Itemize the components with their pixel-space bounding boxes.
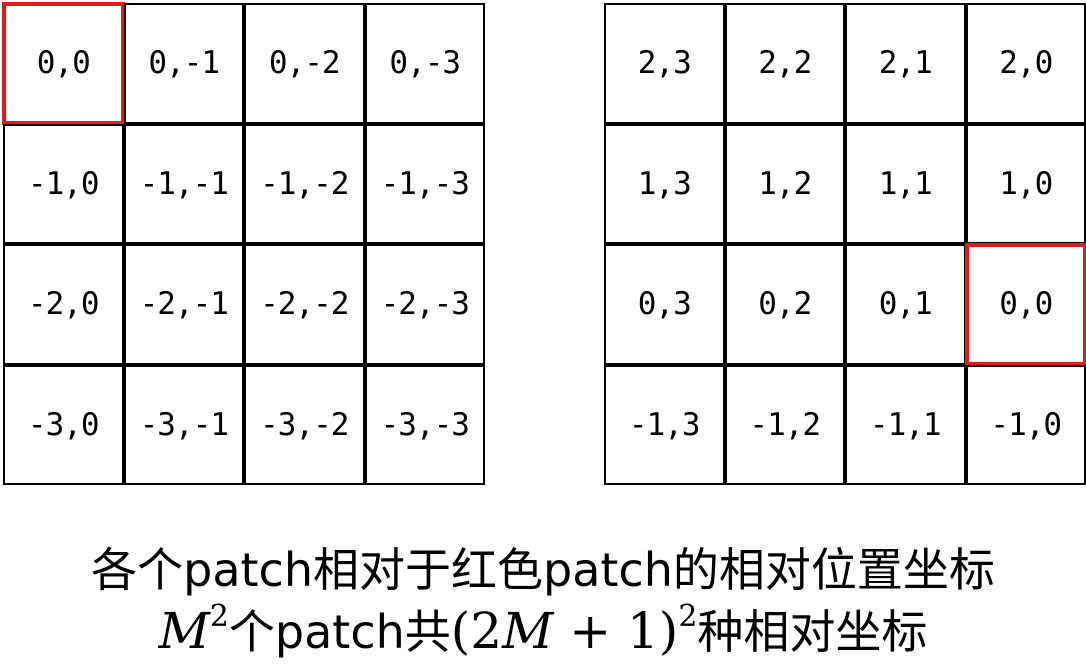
left-grid-cell: -1,0 bbox=[3, 123, 124, 244]
left-grid-cell: -3,-1 bbox=[123, 364, 244, 485]
right-grid-cell: 1,2 bbox=[724, 123, 845, 244]
caption-line-2: M2个patch共(2M + 1)2种相对坐标 bbox=[0, 596, 1086, 662]
caption-two: 2 bbox=[470, 602, 503, 660]
right-coordinate-grid: 2,3 2,2 2,1 2,0 1,3 1,2 1,1 1,0 0,3 0,2 0,1 0,0 -1,3… bbox=[604, 3, 1086, 485]
right-grid-cell: -1,0 bbox=[965, 364, 1086, 485]
left-grid-cell-highlighted: 0,0 bbox=[2, 2, 124, 124]
left-grid-cell: -3,-3 bbox=[364, 364, 485, 485]
left-coordinate-grid: 0,0 0,-1 0,-2 0,-3 -1,0 -1,-1 -1,-2 -1,-3 -2,0 -2… bbox=[2, 2, 485, 485]
left-grid-cell: -3,-2 bbox=[244, 364, 365, 485]
right-grid-cell: 1,3 bbox=[604, 123, 725, 244]
right-grid-cell-highlighted: 0,0 bbox=[964, 243, 1086, 365]
right-grid-cell: 2,2 bbox=[724, 3, 845, 124]
left-grid-cell: 0,-1 bbox=[123, 3, 244, 124]
left-grid-cell: -2,0 bbox=[3, 244, 124, 365]
right-grid-cell: -1,2 bbox=[724, 364, 845, 485]
caption-text-a: 个patch共 bbox=[228, 605, 451, 659]
caption-math-m2: M bbox=[502, 602, 554, 660]
left-grid-cell: -1,-3 bbox=[364, 123, 485, 244]
left-grid-cell: -1,-2 bbox=[244, 123, 365, 244]
caption-line-1: 各个patch相对于红色patch的相对位置坐标 bbox=[91, 543, 995, 597]
left-grid-cell: -2,-1 bbox=[123, 244, 244, 365]
right-grid-cell: 2,1 bbox=[845, 3, 966, 124]
caption-open-paren: ( bbox=[450, 602, 471, 660]
caption-one: 1 bbox=[626, 602, 659, 660]
right-grid-cell: 0,1 bbox=[845, 244, 966, 365]
left-grid-cell: 0,-2 bbox=[244, 3, 365, 124]
left-grid-cell: 0,-3 bbox=[364, 3, 485, 124]
right-grid-cell: 2,0 bbox=[965, 3, 1086, 124]
right-grid-cell: 2,3 bbox=[604, 3, 725, 124]
caption-math-m: M bbox=[158, 602, 210, 660]
right-grid-cell: 1,0 bbox=[965, 123, 1086, 244]
right-grid-cell: -1,3 bbox=[604, 364, 725, 485]
left-grid-cell: -3,0 bbox=[3, 364, 124, 485]
caption-plus: + bbox=[553, 602, 627, 660]
caption-exponent-2: 2 bbox=[678, 599, 698, 634]
right-grid-cell: -1,1 bbox=[845, 364, 966, 485]
caption-close-paren: ) bbox=[658, 602, 679, 660]
left-grid-cell: -1,-1 bbox=[123, 123, 244, 244]
left-grid-cell: -2,-2 bbox=[244, 244, 365, 365]
left-grid-cell: -2,-3 bbox=[364, 244, 485, 365]
caption-text-b: 种相对坐标 bbox=[697, 605, 928, 659]
caption-exponent-1: 2 bbox=[209, 599, 229, 634]
right-grid-cell: 0,3 bbox=[604, 244, 725, 365]
right-grid-cell: 0,2 bbox=[724, 244, 845, 365]
right-grid-cell: 1,1 bbox=[845, 123, 966, 244]
